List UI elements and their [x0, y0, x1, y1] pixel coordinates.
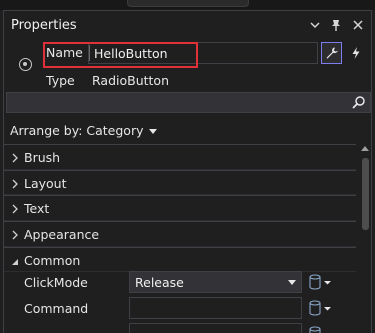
arrange-by-dropdown[interactable]: Arrange by: Category	[10, 123, 157, 138]
database-icon[interactable]	[309, 274, 335, 290]
events-button[interactable]	[345, 42, 366, 64]
top-tab[interactable]	[127, 0, 249, 7]
panel-titlebar: Properties	[4, 11, 371, 39]
vertical-scrollbar[interactable]	[359, 144, 371, 333]
category-label: Layout	[24, 175, 67, 191]
category-list: Brush Layout Text Appearance Common	[4, 144, 356, 273]
property-row-clickmode: ClickMode Release	[4, 270, 356, 296]
category-appearance[interactable]: Appearance	[4, 221, 356, 247]
database-icon[interactable]	[309, 300, 335, 316]
name-value: HelloButton	[94, 46, 168, 61]
category-label: Appearance	[24, 227, 100, 243]
search-input[interactable]	[6, 92, 371, 113]
chevron-right-icon	[12, 179, 18, 189]
category-label: Text	[24, 201, 50, 217]
category-layout[interactable]: Layout	[4, 169, 356, 196]
property-label: ClickMode	[24, 275, 88, 290]
scroll-thumb[interactable]	[362, 158, 369, 230]
type-label: Type	[46, 73, 75, 88]
pin-icon[interactable]	[327, 16, 345, 34]
caret-down-icon	[148, 128, 157, 134]
name-label: Name	[46, 45, 83, 60]
category-common[interactable]: Common	[4, 246, 356, 273]
scroll-up-icon[interactable]	[361, 146, 369, 151]
name-input[interactable]: HelloButton	[88, 42, 318, 64]
property-field[interactable]	[129, 323, 302, 333]
chevron-right-icon	[12, 230, 18, 240]
properties-button[interactable]	[321, 42, 342, 64]
arrange-by-label: Arrange by: Category	[10, 123, 144, 138]
properties-panel: Properties Name HelloButton Type RadioBu…	[3, 10, 372, 333]
database-icon[interactable]	[309, 326, 335, 333]
chevron-right-icon	[12, 204, 18, 214]
top-strip	[0, 0, 375, 10]
lightning-icon	[352, 47, 359, 59]
property-row-command: Command	[4, 296, 356, 322]
category-brush[interactable]: Brush	[4, 144, 356, 170]
name-separator	[89, 45, 90, 61]
close-icon[interactable]	[349, 16, 367, 34]
type-value: RadioButton	[92, 73, 169, 88]
name-row: Name HelloButton	[42, 42, 318, 64]
wrench-icon	[326, 47, 338, 59]
target-icon	[19, 58, 32, 71]
category-label: Common	[24, 252, 81, 268]
panel-title: Properties	[11, 18, 77, 33]
chevron-right-icon	[12, 153, 18, 163]
property-value: Release	[135, 275, 184, 290]
command-field[interactable]	[129, 297, 302, 319]
property-label: Command	[24, 301, 89, 316]
search-icon[interactable]	[351, 95, 366, 110]
category-label: Brush	[24, 150, 61, 165]
clickmode-combo[interactable]: Release	[129, 271, 302, 293]
chevron-down-icon[interactable]	[306, 16, 324, 34]
property-row-partial	[4, 322, 356, 333]
category-text[interactable]: Text	[4, 195, 356, 222]
chevron-down-icon	[288, 280, 296, 285]
triangle-expanded-icon	[12, 258, 18, 265]
